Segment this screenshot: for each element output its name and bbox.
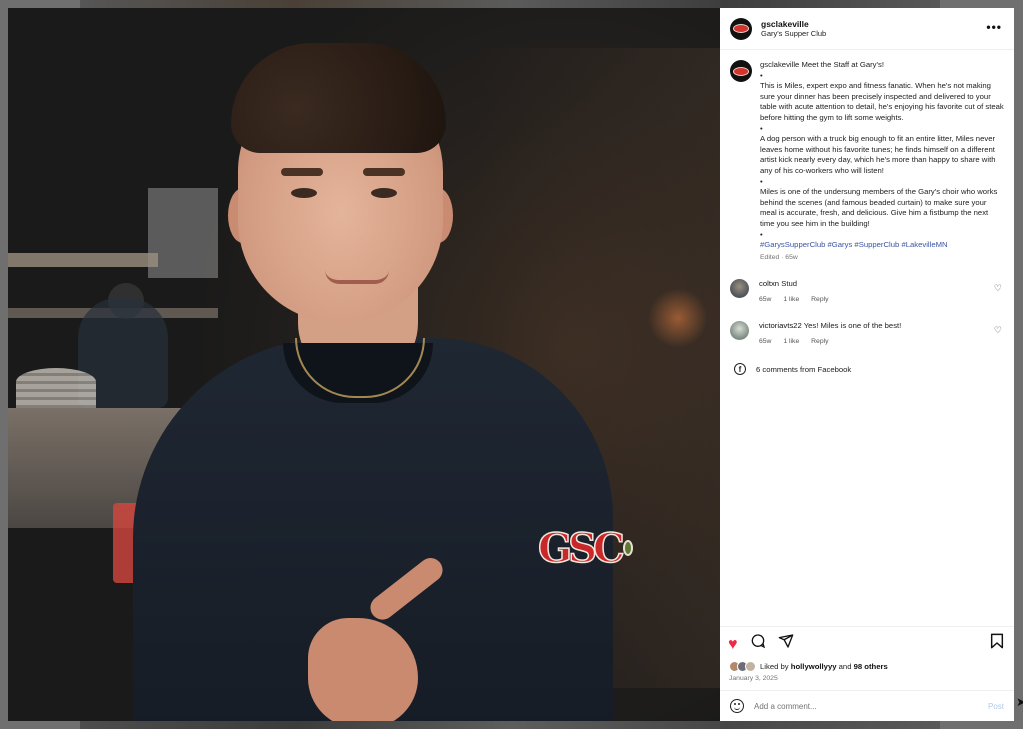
caption-bullet: • bbox=[760, 123, 763, 133]
post-date: January 3, 2025 bbox=[729, 675, 778, 682]
likes-and: and bbox=[838, 662, 852, 671]
mouse-pointer-icon: ➤ bbox=[1016, 695, 1023, 709]
shirt-logo: GSC bbox=[537, 518, 633, 578]
caption-line: This is Miles, expert expo and fitness f… bbox=[760, 81, 1004, 122]
facebook-icon: f bbox=[734, 363, 746, 376]
caption: gsclakeville Meet the Staff at Gary's! •… bbox=[730, 60, 1004, 263]
caption-bullet: • bbox=[760, 176, 763, 186]
comment-likes[interactable]: 1 like bbox=[783, 338, 799, 345]
likes-summary: Liked by hollywollyyy and 98 others bbox=[720, 653, 1014, 672]
action-bar: ♥ bbox=[720, 626, 1014, 653]
caption-line: gsclakeville Meet the Staff at Gary's! bbox=[760, 60, 884, 69]
comment-username[interactable]: victoriavts22 bbox=[759, 321, 802, 330]
comment-body: coltxn Stud 65w 1 like Reply bbox=[759, 279, 979, 305]
comment-text: Stud bbox=[781, 279, 798, 289]
background-feed-bottom bbox=[80, 721, 940, 729]
comment-body: victoriavts22 Yes! Miles is one of the b… bbox=[759, 321, 979, 347]
background-feed-top bbox=[80, 0, 940, 8]
caption-avatar[interactable] bbox=[730, 60, 752, 82]
caption-bullet: • bbox=[760, 70, 763, 80]
caption-line: A dog person with a truck big enough to … bbox=[760, 134, 996, 175]
comment-age: 65w bbox=[759, 295, 772, 303]
add-comment-bar: Post bbox=[720, 690, 1014, 721]
photo-brow-right bbox=[363, 168, 405, 176]
comment-text: Yes! Miles is one of the best! bbox=[803, 321, 902, 331]
heart-outline-icon[interactable]: ♡ bbox=[994, 325, 1002, 336]
shirt-logo-text: GSC bbox=[537, 524, 625, 573]
photo-mouth bbox=[325, 270, 389, 284]
commenter-avatar[interactable] bbox=[730, 321, 749, 341]
liker-username[interactable]: hollywollyyy bbox=[791, 662, 837, 671]
photo-lamp-glow bbox=[648, 288, 708, 348]
comment-item: coltxn Stud 65w 1 like Reply ♡ bbox=[730, 279, 1004, 305]
photo-person: GSC bbox=[133, 38, 633, 721]
photo-hair bbox=[231, 43, 446, 153]
emoji-icon[interactable] bbox=[730, 699, 744, 713]
caption-hashtags[interactable]: #GarysSupperClub #Garys #SupperClub #Lak… bbox=[760, 240, 1004, 251]
post-location[interactable]: Gary's Supper Club bbox=[761, 29, 826, 38]
account-avatar[interactable] bbox=[730, 17, 752, 40]
comment-meta: 65w 1 like Reply bbox=[759, 337, 979, 348]
facebook-comments-link[interactable]: f 6 comments from Facebook bbox=[730, 363, 1004, 376]
reply-button[interactable]: Reply bbox=[811, 338, 828, 345]
comment-username[interactable]: coltxn bbox=[759, 279, 779, 288]
bookmark-icon[interactable] bbox=[990, 633, 1004, 653]
caption-line: Miles is one of the undersung members of… bbox=[760, 187, 998, 228]
caption-bullet: • bbox=[760, 229, 763, 239]
comment-age: 65w bbox=[759, 337, 772, 345]
comment-meta: 65w 1 like Reply bbox=[759, 295, 979, 306]
olive-icon bbox=[622, 540, 633, 556]
caption-meta: Edited · 65w bbox=[760, 253, 798, 261]
heart-filled-icon[interactable]: ♥ bbox=[728, 637, 738, 653]
account-username[interactable]: gsclakeville bbox=[761, 19, 826, 29]
comments-scroll-area[interactable]: gsclakeville Meet the Staff at Gary's! •… bbox=[720, 50, 1014, 626]
account-logo-icon bbox=[733, 24, 749, 33]
comment-likes[interactable]: 1 like bbox=[783, 296, 799, 303]
photo-brow-left bbox=[281, 168, 323, 176]
post-photo[interactable]: GSC bbox=[8, 8, 720, 721]
likes-others-link[interactable]: 98 others bbox=[854, 662, 888, 671]
reply-button[interactable]: Reply bbox=[811, 296, 828, 303]
heart-outline-icon[interactable]: ♡ bbox=[994, 283, 1002, 294]
post-header: gsclakeville Gary's Supper Club ••• bbox=[720, 8, 1014, 50]
commenter-avatar[interactable] bbox=[730, 279, 749, 299]
share-icon[interactable] bbox=[778, 633, 794, 653]
post-details-panel: gsclakeville Gary's Supper Club ••• gscl… bbox=[720, 8, 1014, 721]
account-logo-icon bbox=[733, 66, 749, 76]
liker-avatars bbox=[729, 661, 756, 672]
comment-icon[interactable] bbox=[750, 633, 766, 653]
comment-item: victoriavts22 Yes! Miles is one of the b… bbox=[730, 321, 1004, 347]
liker-avatar bbox=[745, 661, 756, 672]
comment-input[interactable] bbox=[754, 701, 988, 711]
photo-eye-left bbox=[291, 188, 317, 198]
post-button[interactable]: Post bbox=[988, 702, 1004, 711]
likes-prefix: Liked by bbox=[760, 662, 789, 671]
facebook-comments-label: 6 comments from Facebook bbox=[756, 364, 852, 374]
caption-text: gsclakeville Meet the Staff at Gary's! •… bbox=[760, 60, 1004, 263]
photo-eye-right bbox=[371, 188, 397, 198]
more-options-icon[interactable]: ••• bbox=[986, 20, 1002, 34]
header-text: gsclakeville Gary's Supper Club bbox=[761, 19, 826, 38]
